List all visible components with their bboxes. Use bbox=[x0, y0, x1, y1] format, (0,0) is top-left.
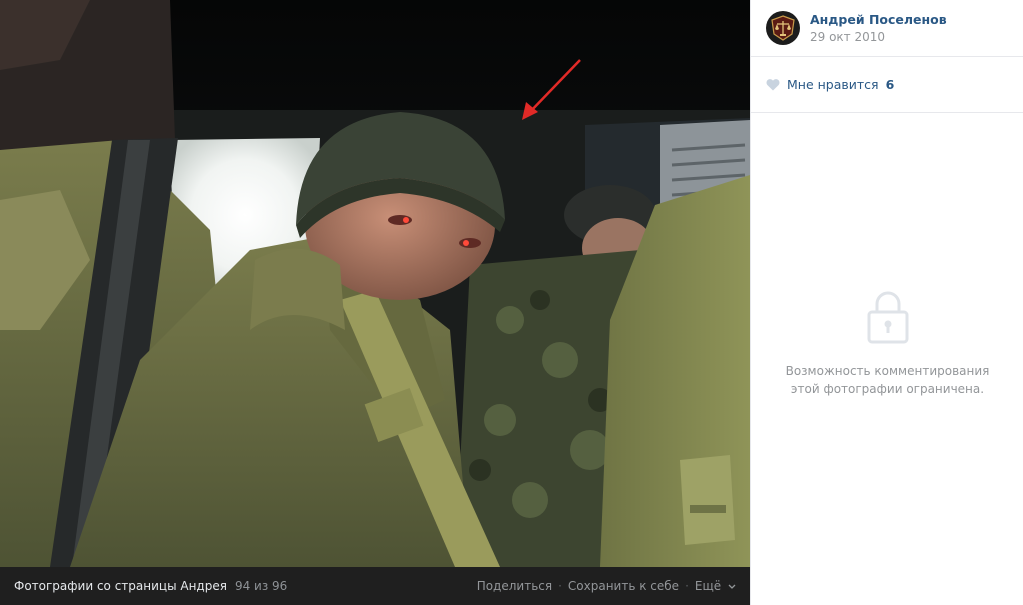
more-label: Ещё bbox=[694, 579, 722, 593]
separator-dot: · bbox=[685, 579, 689, 593]
photo-bottom-bar: Фотографии со страницы Андрея 94 из 96 П… bbox=[0, 567, 750, 605]
photo-viewer: Фотографии со страницы Андрея 94 из 96 П… bbox=[0, 0, 750, 605]
save-to-me-button[interactable]: Сохранить к себе bbox=[568, 579, 679, 593]
album-title[interactable]: Фотографии со страницы Андрея bbox=[14, 579, 227, 593]
photo-side-panel: Андрей Поселенов 29 окт 2010 Мне нравитс… bbox=[750, 0, 1023, 605]
separator-dot: · bbox=[558, 579, 562, 593]
like-count: 6 bbox=[885, 77, 895, 92]
share-button[interactable]: Поделиться bbox=[477, 579, 552, 593]
photo[interactable] bbox=[0, 0, 750, 567]
photo-actions: Поделиться · Сохранить к себе · Ещё bbox=[477, 579, 736, 593]
post-date[interactable]: 29 окт 2010 bbox=[810, 29, 947, 45]
avatar[interactable] bbox=[766, 11, 800, 45]
like-label: Мне нравится bbox=[787, 77, 879, 92]
comments-closed-text: Возможность комментирования этой фотогра… bbox=[785, 364, 990, 396]
comments-closed-notice: Возможность комментирования этой фотогра… bbox=[751, 290, 1023, 398]
photo-image bbox=[0, 0, 750, 567]
chevron-down-icon bbox=[728, 583, 736, 593]
author-row: Андрей Поселенов 29 окт 2010 bbox=[751, 0, 1023, 57]
lock-icon bbox=[867, 291, 908, 344]
author-name-link[interactable]: Андрей Поселенов bbox=[810, 12, 947, 28]
heart-icon bbox=[766, 79, 780, 91]
scales-of-justice-icon bbox=[771, 15, 795, 41]
likes-row: Мне нравится 6 bbox=[751, 57, 1023, 113]
more-button[interactable]: Ещё bbox=[695, 579, 736, 593]
photo-counter: 94 из 96 bbox=[234, 579, 288, 593]
like-button[interactable]: Мне нравится 6 bbox=[766, 77, 894, 92]
author-meta: Андрей Поселенов 29 окт 2010 bbox=[810, 12, 947, 45]
